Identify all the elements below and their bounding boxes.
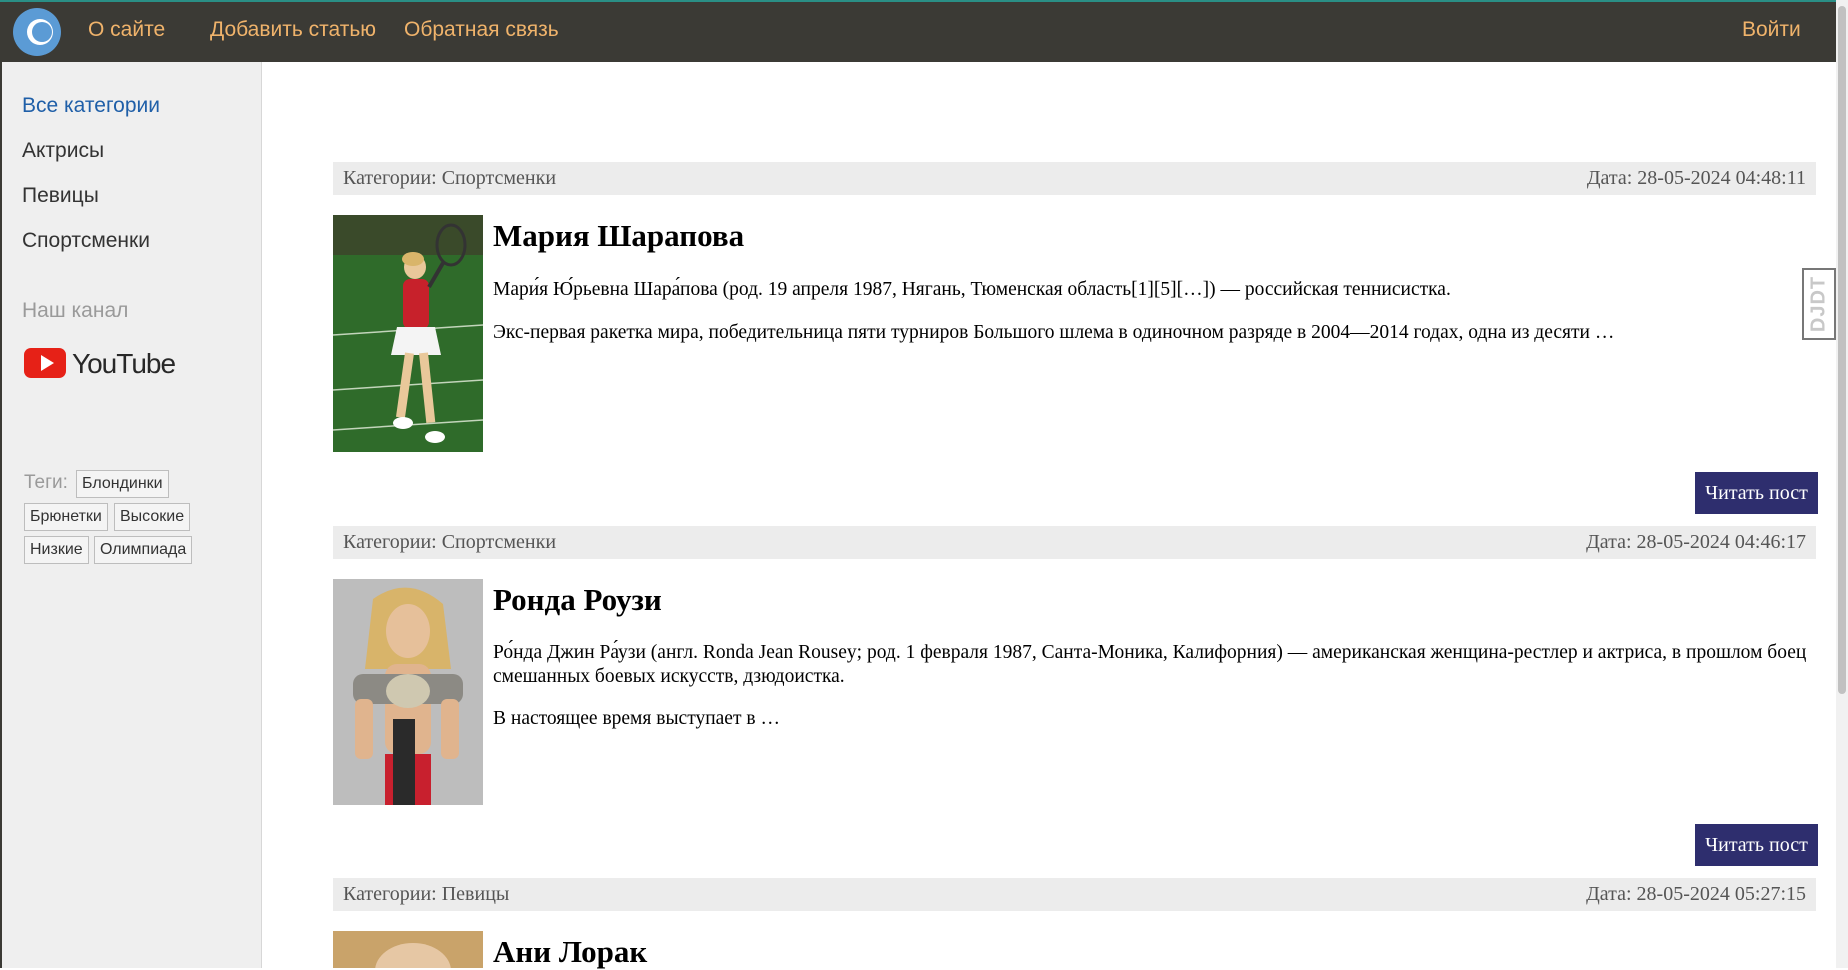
post-date: Дата: 28-05-2024 05:27:15 [1586, 883, 1806, 905]
post-excerpt-1: Мари́я Ю́рьевна Шара́пова (род. 19 апрел… [493, 279, 1451, 300]
read-post-button[interactable]: Читать пост [1695, 472, 1818, 514]
category-sportswomen[interactable]: Спортсменки [22, 229, 150, 253]
debug-toolbar-handle[interactable]: DJDT [1802, 268, 1836, 340]
site-logo[interactable] [12, 7, 62, 57]
post-meta-bar: Категории: Спортсменки Дата: 28-05-2024 … [333, 162, 1816, 195]
channel-label: Наш канал [22, 299, 129, 322]
post-thumbnail[interactable] [333, 215, 483, 452]
tag-blondes[interactable]: Блондинки [76, 470, 169, 498]
nav-feedback[interactable]: Обратная связь [404, 18, 559, 42]
nav-login[interactable]: Войти [1742, 18, 1801, 42]
page-scrollbar[interactable] [1836, 0, 1848, 968]
sidebar: Все категории Актрисы Певицы Спортсменки… [0, 62, 262, 968]
nav-about[interactable]: О сайте [88, 18, 165, 42]
top-navbar: О сайте Добавить статью Обратная связь В… [0, 0, 1836, 62]
tags-label: Теги: [24, 472, 68, 493]
category-all[interactable]: Все категории [22, 94, 160, 118]
read-post-button[interactable]: Читать пост [1695, 824, 1818, 866]
post-thumbnail[interactable] [333, 931, 483, 968]
tag-short[interactable]: Низкие [24, 536, 89, 564]
post-thumbnail[interactable] [333, 579, 483, 805]
youtube-logo-icon: YouTube [24, 348, 176, 379]
scrollbar-thumb[interactable] [1838, 6, 1846, 694]
category-singers[interactable]: Певицы [22, 184, 99, 208]
post-meta-bar: Категории: Певицы Дата: 28-05-2024 05:27… [333, 878, 1816, 911]
post-category: Категории: Певицы [343, 883, 510, 905]
post-meta-bar: Категории: Спортсменки Дата: 28-05-2024 … [333, 526, 1816, 559]
post-excerpt-2: В настоящее время выступает в … [493, 708, 780, 729]
tag-olympics[interactable]: Олимпиада [94, 536, 193, 564]
post-date: Дата: 28-05-2024 04:46:17 [1586, 531, 1806, 553]
category-actresses[interactable]: Актрисы [22, 139, 104, 163]
youtube-link[interactable]: YouTube [24, 344, 204, 384]
post-title[interactable]: Ронда Роузи [493, 582, 662, 618]
tag-brunettes[interactable]: Брюнетки [24, 503, 108, 531]
debug-toolbar-label: DJDT [1807, 275, 1830, 333]
post-category: Категории: Спортсменки [343, 167, 557, 189]
nav-add-article[interactable]: Добавить статью [210, 18, 376, 42]
post-title[interactable]: Ани Лорак [493, 934, 647, 970]
post-title[interactable]: Мария Шарапова [493, 218, 744, 254]
post-excerpt-1: Ро́нда Джин Ра́узи (англ. Ronda Jean Rou… [493, 642, 1807, 687]
post-excerpt-2: Экс-первая ракетка мира, победительница … [493, 322, 1615, 343]
tag-tall[interactable]: Высокие [114, 503, 191, 531]
post-date: Дата: 28-05-2024 04:48:11 [1586, 167, 1806, 189]
post-category: Категории: Спортсменки [343, 531, 557, 553]
youtube-wordmark: YouTube [72, 348, 175, 379]
